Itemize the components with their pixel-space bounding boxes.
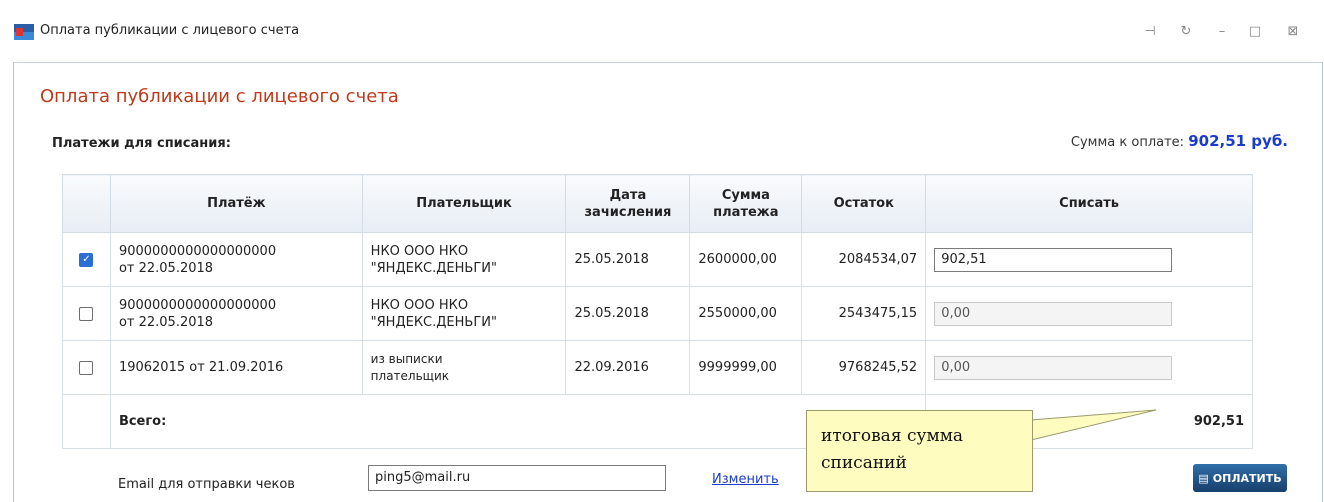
pay-button-label: ОПЛАТИТЬ (1212, 471, 1282, 485)
table-row: 19062015 от 21.09.2016 из выписки платель… (62, 340, 1253, 395)
payment-cell: 9000000000000000000 от 22.05.2018 (109, 286, 363, 341)
close-icon[interactable]: ⊠ (1282, 22, 1304, 42)
payer-cell: НКО ООО НКО "ЯНДЕКС.ДЕНЬГИ" (361, 286, 567, 341)
writeoff-input-disabled: 0,00 (934, 355, 1173, 380)
payments-label: Платежи для списания: (52, 136, 231, 151)
payment-cell: 19062015 от 21.09.2016 (109, 340, 363, 395)
refresh-icon[interactable]: ↻ (1175, 22, 1197, 42)
balance-cell: 2543475,15 (801, 286, 927, 341)
callout-line1: итоговая сумма (821, 426, 964, 446)
header-writeoff[interactable]: Списать (925, 174, 1253, 233)
pay-icon: ▤ (1198, 471, 1209, 485)
balance-cell: 2084534,07 (801, 232, 927, 287)
pin-icon[interactable]: ⊣ (1139, 22, 1161, 42)
row-checkbox[interactable] (79, 306, 94, 321)
payer-cell: НКО ООО НКО "ЯНДЕКС.ДЕНЬГИ" (361, 232, 567, 287)
page-title: Оплата публикации с лицевого счета (40, 86, 399, 107)
sum-to-pay: Сумма к оплате: 902,51 руб. (1071, 132, 1288, 150)
date-cell: 22.09.2016 (565, 340, 691, 395)
total-label: Всего: (109, 394, 927, 449)
row-select[interactable]: ✓ (62, 232, 111, 287)
window-title: Оплата публикации с лицевого счета (40, 23, 300, 38)
row-checkbox-checked[interactable]: ✓ (79, 252, 94, 267)
callout-pointer (1030, 409, 1157, 441)
sum-label: Сумма к оплате: (1070, 135, 1185, 150)
payment-cell: 9000000000000000000 от 22.05.2018 (109, 232, 363, 287)
payer-cell: из выписки плательщик (361, 340, 567, 395)
writeoff-cell: 0,00 (925, 340, 1253, 395)
amount-cell: 2600000,00 (689, 232, 803, 287)
email-input[interactable]: ping5@mail.ru (368, 465, 666, 491)
writeoff-input-disabled: 0,00 (934, 301, 1173, 326)
amount-cell: 2550000,00 (689, 286, 803, 341)
sum-value: 902,51 руб. (1188, 132, 1288, 150)
annotation-callout: итоговая сумма списаний (806, 410, 1033, 492)
amount-cell: 9999999,00 (689, 340, 803, 395)
window-titlebar: Оплата публикации с лицевого счета ⊣ ↻ –… (0, 0, 1324, 62)
balance-cell: 9768245,52 (801, 340, 927, 395)
row-select[interactable] (62, 286, 111, 341)
email-label: Email для отправки чеков (118, 477, 295, 492)
date-cell: 25.05.2018 (565, 232, 691, 287)
app-icon (14, 24, 34, 40)
maximize-icon[interactable]: □ (1244, 22, 1266, 42)
change-email-link[interactable]: Изменить (712, 472, 779, 487)
writeoff-cell: 902,51 (925, 232, 1253, 287)
writeoff-cell: 0,00 (925, 286, 1253, 341)
header-select (62, 174, 111, 233)
table-row: 9000000000000000000 от 22.05.2018 НКО ООО… (62, 286, 1253, 341)
row-select[interactable] (62, 340, 111, 395)
callout-line2: списаний (821, 453, 907, 473)
header-date[interactable]: Дата зачисления (565, 174, 691, 233)
date-cell: 25.05.2018 (565, 286, 691, 341)
writeoff-input[interactable]: 902,51 (934, 247, 1173, 272)
header-payment[interactable]: Платёж (109, 174, 363, 233)
header-payer[interactable]: Плательщик (361, 174, 567, 233)
header-balance[interactable]: Остаток (801, 174, 927, 233)
minimize-icon[interactable]: – (1211, 22, 1233, 42)
row-checkbox[interactable] (79, 360, 94, 375)
pay-button[interactable]: ▤ ОПЛАТИТЬ (1193, 464, 1287, 492)
table-row: ✓ 9000000000000000000 от 22.05.2018 НКО О… (62, 232, 1253, 287)
header-amount[interactable]: Сумма платежа (689, 174, 803, 233)
total-spacer (62, 394, 111, 449)
